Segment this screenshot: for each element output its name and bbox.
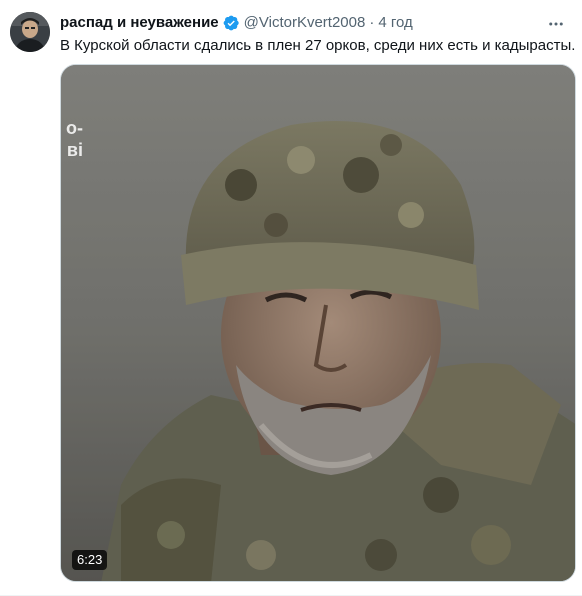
tweet[interactable]: распад и неуважение @VictorKvert2008 · 4… [0, 0, 582, 596]
more-options-icon[interactable] [544, 12, 568, 36]
avatar-photo-icon [10, 12, 50, 52]
video-overlay-text: о- ві [61, 117, 83, 161]
author-handle[interactable]: @VictorKvert2008 [244, 13, 366, 33]
verified-badge-icon [222, 14, 240, 32]
overlay-line-1: о- [66, 118, 83, 138]
overlay-line-2: ві [66, 140, 83, 160]
tweet-text: В Курской области сдались в плен 27 орко… [60, 37, 576, 54]
video-player[interactable]: о- ві 6:23 [60, 64, 576, 582]
tweet-timestamp[interactable]: 4 год [378, 13, 412, 33]
header-separator: · [369, 14, 375, 31]
author-display-name[interactable]: распад и неуважение [60, 13, 219, 33]
video-duration-badge: 6:23 [72, 550, 108, 570]
author-avatar[interactable] [10, 12, 50, 52]
tweet-header: распад и неуважение @VictorKvert2008 · 4… [60, 13, 542, 33]
video-thumbnail [61, 65, 575, 581]
